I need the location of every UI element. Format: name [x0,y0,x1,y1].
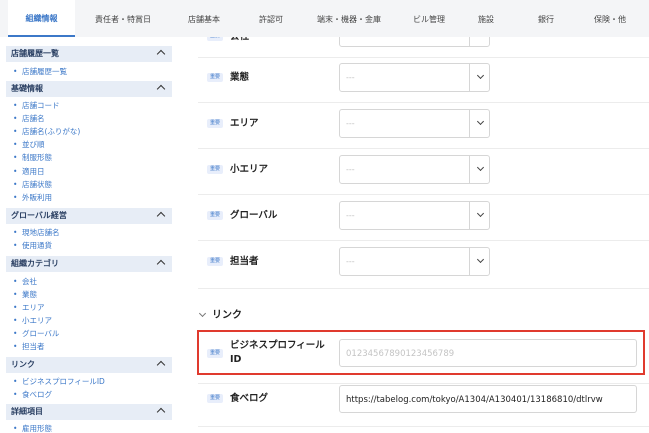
divider [198,426,649,427]
field-label-company: 会社 [230,37,249,43]
sidebar-item-local-store-name[interactable]: 現地店舗名 [13,228,59,238]
global-select[interactable]: --- [339,201,490,230]
sidebar-section-basic-info[interactable]: 基礎情報 [6,81,172,97]
sidebar-section-title: 店舗履歴一覧 [11,49,59,58]
required-badge: 重要 [207,394,223,403]
required-badge: 重要 [207,165,223,174]
required-badge: 重要 [207,37,223,41]
sidebar-section-global[interactable]: グローバル経営 [6,208,172,224]
select-value: --- [346,119,355,128]
sidebar-item-store-history[interactable]: 店舗履歴一覧 [13,67,67,77]
tab-permits[interactable]: 許認可 [244,0,298,37]
tab-manager-date[interactable]: 責任者・特賞日 [82,0,164,37]
sidebar-item-store-name[interactable]: 店舗名 [13,114,44,124]
sidebar-section-details[interactable]: 詳細項目 [6,404,172,420]
sidebar-section-store-history[interactable]: 店舗履歴一覧 [6,46,172,62]
chevron-up-icon[interactable] [156,259,166,269]
sidebar-section-title: リンク [11,360,35,369]
sidebar-section-org-category[interactable]: 組織カテゴリ [6,256,172,272]
sidebar-item-store-status[interactable]: 店舗状態 [13,180,52,190]
field-label-global: グローバル [230,210,278,221]
chevron-down-icon [476,71,485,80]
area-select[interactable]: --- [339,109,490,138]
field-label-person-in-charge: 担当者 [230,256,259,267]
sidebar-section-links[interactable]: リンク [6,357,172,373]
section-header-links[interactable]: リンク [198,309,242,323]
chevron-up-icon[interactable] [156,84,166,94]
tab-bank[interactable]: 銀行 [526,0,566,37]
required-badge: 重要 [207,119,223,128]
chevron-up-icon[interactable] [156,211,166,221]
tab-building[interactable]: ビル管理 [398,0,460,37]
sidebar-item-store-kana[interactable]: 店舗名(ふりがな) [13,127,80,137]
sidebar-item-global[interactable]: グローバル [13,329,60,339]
chevron-up-icon[interactable] [156,360,166,370]
divider [198,383,649,384]
input-value: https://tabelog.com/tokyo/A1304/A130401/… [346,395,603,405]
sidebar-item-external-use[interactable]: 外販利用 [13,193,52,203]
tab-facilities[interactable]: 施設 [466,0,506,37]
sidebar-item-apply-date[interactable]: 適用日 [13,167,44,177]
tab-insurance[interactable]: 保険・他 [582,0,638,37]
sidebar-item-uniform[interactable]: 制服形態 [13,153,52,163]
field-label-business-profile-id: ID [230,354,242,365]
chevron-down-icon [476,163,485,172]
top-tab-bar: 組織情報 責任者・特賞日 店舗基本 許認可 端末・機器・金庫 ビル管理 施設 銀… [0,0,649,37]
field-label-business-type: 業態 [230,72,250,83]
tab-org-info[interactable]: 組織情報 [8,0,75,37]
section-title: リンク [212,310,242,321]
company-select[interactable] [339,37,490,47]
chevron-down-icon [476,209,485,218]
chevron-up-icon[interactable] [156,407,166,417]
sidebar-item-business-profile-id[interactable]: ビジネスプロフィールID [13,377,105,387]
chevron-up-icon[interactable] [156,49,166,59]
sidebar-item-store-code[interactable]: 店舗コード [13,101,59,111]
sidebar-section-title: 詳細項目 [11,407,43,416]
field-label-tabelog: 食べログ [230,393,269,404]
divider [198,148,649,149]
select-value: --- [346,257,355,266]
divider [198,194,649,195]
sidebar-item-sub-area[interactable]: 小エリア [13,316,52,326]
chevron-down-icon[interactable] [198,309,207,318]
required-badge: 重要 [207,73,223,82]
required-badge: 重要 [207,349,223,358]
sidebar-item-sort-order[interactable]: 並び順 [13,140,44,150]
select-value: --- [346,211,355,220]
select-value: --- [346,165,355,174]
sidebar-item-employment-type[interactable]: 雇用形態 [13,424,52,433]
field-label-area: エリア [230,118,259,129]
sidebar-section-title: グローバル経営 [11,211,67,220]
field-label-business-profile: ビジネスプロフィール [230,340,325,351]
business-profile-id-input[interactable]: 01234567890123456789 [339,339,637,367]
sidebar-item-person-in-charge[interactable]: 担当者 [13,342,44,352]
sub-area-select[interactable]: --- [339,155,490,184]
field-label-sub-area: 小エリア [230,164,269,175]
divider [198,57,649,58]
select-value: --- [346,73,355,82]
sidebar-item-tabelog[interactable]: 食べログ [13,390,52,400]
tabelog-url-input[interactable]: https://tabelog.com/tokyo/A1304/A130401/… [339,385,637,413]
person-in-charge-select[interactable]: --- [339,247,490,276]
sidebar-section-title: 組織カテゴリ [11,259,59,268]
divider [198,102,649,103]
divider [198,288,649,289]
input-placeholder: 01234567890123456789 [346,349,455,359]
sidebar-item-business-type[interactable]: 業態 [13,290,37,300]
main-form: 重要 会社 重要 業態 --- 重要 エリア --- 重要 小エリア --- 重… [186,37,649,433]
sidebar-item-company[interactable]: 会社 [13,277,37,287]
sidebar-item-currency[interactable]: 使用通貨 [13,241,52,251]
divider [198,240,649,241]
chevron-down-icon [476,117,485,126]
tab-devices[interactable]: 端末・機器・金庫 [304,0,394,37]
sidebar-section-title: 基礎情報 [11,84,43,93]
sidebar: 店舗履歴一覧 店舗履歴一覧 基礎情報 店舗コード 店舗名 店舗名(ふりがな) 並… [0,37,186,433]
sidebar-item-area[interactable]: エリア [13,303,44,313]
chevron-down-icon [476,255,485,264]
required-badge: 重要 [207,211,223,220]
required-badge: 重要 [207,257,223,266]
tab-store-basic[interactable]: 店舗基本 [170,0,238,37]
business-type-select[interactable]: --- [339,63,490,92]
